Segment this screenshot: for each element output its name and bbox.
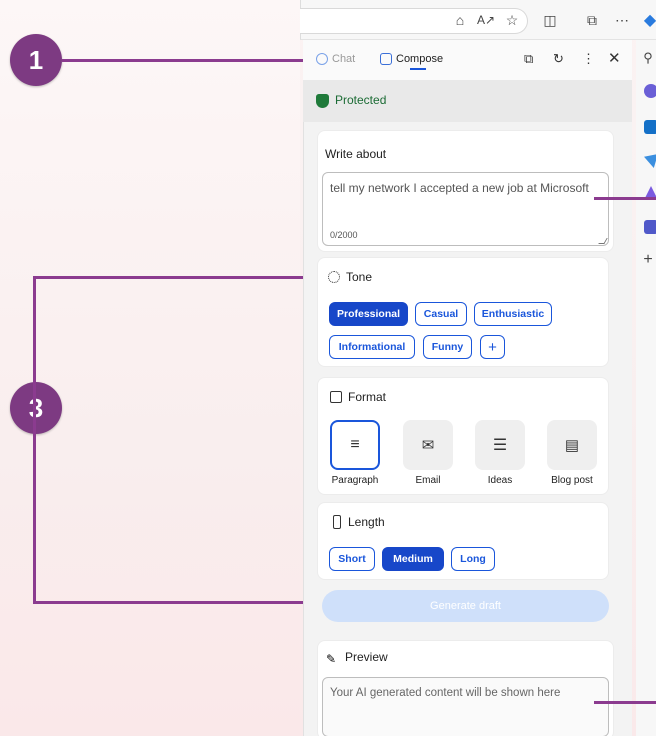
preview-label: Preview [345,650,388,664]
callout-line-4 [594,701,656,704]
tone-funny-label: Funny [431,341,464,353]
protected-status: Protected [335,93,387,107]
magic-wand-icon: ✎ [326,652,337,666]
format-paragraph[interactable]: ≡ [330,420,380,470]
more-icon[interactable]: ⋮ [582,51,595,67]
compose-icon [380,53,392,65]
preview-placeholder: Your AI generated content will be shown … [330,687,561,699]
write-about-text: tell my network I accepted a new job at … [330,181,589,195]
format-ideas-label: Ideas [487,475,513,486]
callout-bracket-vertical [33,276,36,604]
length-long-label: Long [460,553,486,565]
app-available-icon[interactable]: ⌂ [450,10,470,30]
close-icon[interactable]: ✕ [608,49,621,67]
annotation-background [0,0,300,736]
length-short[interactable]: Short [329,547,375,571]
chat-icon [316,53,328,65]
edge-sidebar [636,40,656,736]
add-tone-label: + [488,338,497,356]
generate-draft-label: Generate draft [430,600,501,612]
tone-enthusiastic-label: Enthusiastic [481,308,545,320]
more-options-icon[interactable]: ⋯ [612,10,632,30]
active-tab-indicator [410,68,426,70]
collections-icon[interactable]: ⧉ [582,10,602,30]
callout-number-1: 1 [28,44,44,75]
format-ideas[interactable]: ☰ [475,420,525,470]
callout-line-2 [594,197,656,200]
outlook-icon[interactable] [644,120,656,134]
tone-informational-label: Informational [338,341,406,353]
blog-post-icon: ▤ [564,437,580,454]
length-medium-label: Medium [393,553,433,565]
ideas-icon: ☰ [492,437,508,454]
teams-icon[interactable] [644,220,656,234]
games-icon[interactable] [644,84,656,98]
format-email-label: Email [415,475,441,486]
length-medium[interactable]: Medium [382,547,444,571]
favorite-star-icon[interactable]: ☆ [502,10,522,30]
tone-casual[interactable]: Casual [415,302,467,326]
format-blog-post[interactable]: ▤ [547,420,597,470]
callout-badge-3: 3 [10,382,62,434]
character-counter: 0/2000 [330,230,358,240]
callout-bracket-bottom [33,601,343,604]
format-icon [330,391,342,403]
tone-professional[interactable]: Professional [329,302,408,326]
add-label: + [643,251,653,268]
format-label: Format [348,390,387,404]
length-short-label: Short [338,553,366,565]
length-label: Length [348,515,385,529]
tone-funny[interactable]: Funny [423,335,472,359]
tab-compose[interactable]: Compose [380,53,443,65]
length-icon [333,515,341,529]
preview-box [322,677,609,736]
tab-compose-label: Compose [396,53,444,65]
search-icon[interactable]: ⚲ [640,48,656,68]
tone-professional-label: Professional [336,308,401,320]
copilot-icon[interactable]: ◆ [640,10,656,30]
email-icon: ✉ [421,437,435,454]
generate-draft-button[interactable]: Generate draft [322,590,609,622]
add-sidebar-app-icon[interactable]: + [640,250,656,270]
tone-label: Tone [346,270,373,284]
tone-icon [328,271,340,283]
paragraph-icon: ≡ [350,436,360,453]
format-blog-post-label: Blog post [551,475,593,486]
open-in-new-icon[interactable]: ⧉ [524,51,533,67]
refresh-icon[interactable]: ↻ [553,51,564,67]
callout-number-3: 3 [28,392,44,423]
callout-badge-1: 1 [10,34,62,86]
tone-enthusiastic[interactable]: Enthusiastic [474,302,552,326]
write-about-label: Write about [325,147,387,161]
length-long[interactable]: Long [451,547,495,571]
tone-informational[interactable]: Informational [329,335,415,359]
add-tone-button[interactable]: + [480,335,505,359]
callout-bracket-top [33,276,325,279]
tab-chat[interactable]: Chat [316,53,355,65]
tab-chat-label: Chat [332,53,356,65]
format-paragraph-label: Paragraph [331,475,379,486]
split-screen-icon[interactable]: ◫ [540,10,560,30]
tone-casual-label: Casual [423,308,459,320]
shield-icon [316,94,329,108]
format-email[interactable]: ✉ [403,420,453,470]
read-aloud-icon[interactable]: A↗ [476,10,496,30]
